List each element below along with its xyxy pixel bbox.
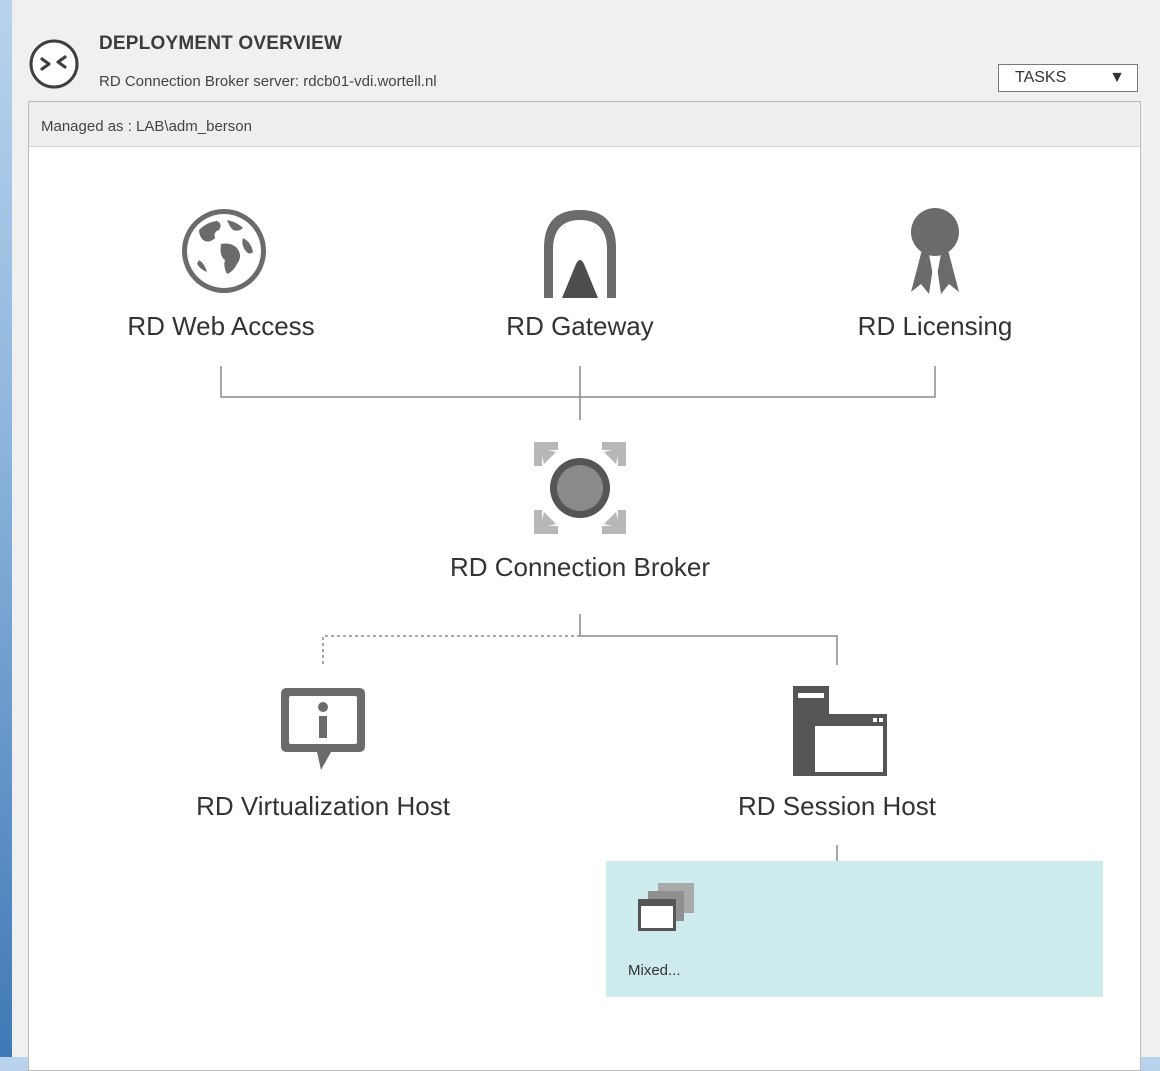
remote-desktop-icon	[29, 39, 79, 89]
deployment-diagram-panel: Managed as : LAB\adm_berson RD Web Acces…	[28, 101, 1141, 1071]
ribbon-award-icon	[911, 208, 959, 294]
server-window-icon	[793, 686, 887, 776]
collection-label: Mixed...	[628, 962, 681, 979]
rd-session-host-label: RD Session Host	[738, 791, 936, 821]
tasks-dropdown-button[interactable]: TASKS ▼	[998, 64, 1138, 92]
broker-icon	[534, 442, 626, 534]
chevron-down-icon: ▼	[1109, 69, 1125, 86]
tasks-label: TASKS	[1015, 69, 1067, 86]
rd-virtualization-host-label: RD Virtualization Host	[196, 791, 450, 821]
tunnel-icon	[544, 210, 616, 298]
info-bubble-icon	[281, 688, 365, 770]
collection-tile[interactable]: Mixed...	[606, 861, 1103, 997]
deployment-overview-page: DEPLOYMENT OVERVIEW RD Connection Broker…	[12, 0, 1160, 1071]
rd-licensing-label: RD Licensing	[857, 311, 1013, 341]
broker-server-subtitle: RD Connection Broker server: rdcb01-vdi.…	[99, 73, 437, 90]
globe-icon	[182, 209, 266, 293]
rd-connection-broker-label: RD Connection Broker	[449, 552, 711, 582]
collection-windows-icon	[638, 883, 694, 931]
rd-web-access-label: RD Web Access	[127, 311, 315, 341]
rd-gateway-label: RD Gateway	[506, 311, 654, 341]
page-title: DEPLOYMENT OVERVIEW	[99, 33, 343, 54]
